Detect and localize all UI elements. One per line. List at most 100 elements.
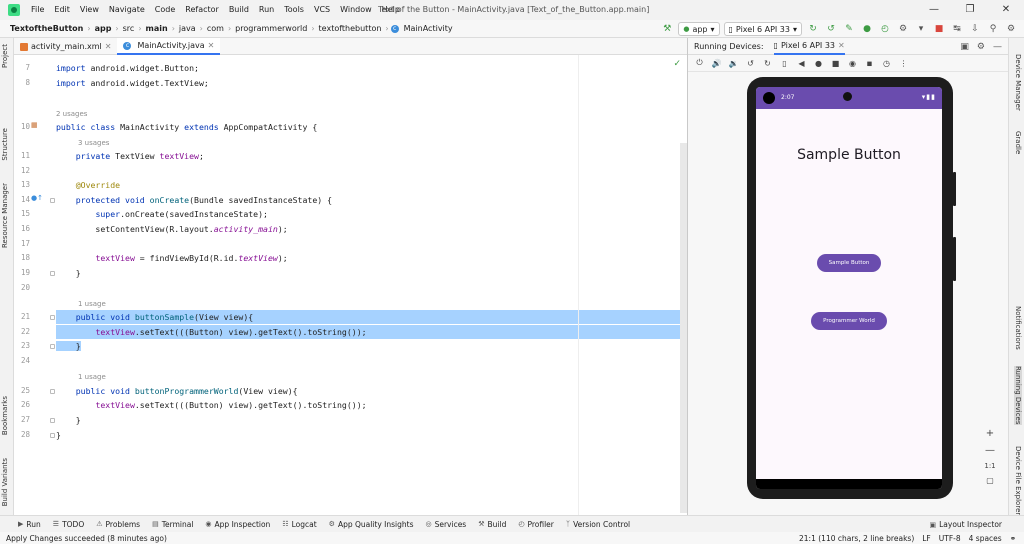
run-config-select[interactable]: ● app ▾ bbox=[678, 22, 720, 36]
override-method-icon[interactable]: ●↑ bbox=[31, 194, 43, 202]
line-separator[interactable]: LF bbox=[922, 534, 931, 543]
tool-app-inspection[interactable]: ◉ App Inspection bbox=[205, 520, 270, 529]
usage-hint[interactable]: 2 usages bbox=[56, 108, 87, 120]
menu-file[interactable]: File bbox=[26, 0, 49, 20]
menu-run[interactable]: Run bbox=[254, 0, 279, 20]
device-screen[interactable]: 2:07 ▾▮▮ Sample Button Sample Button Pro… bbox=[756, 87, 942, 489]
menu-tools[interactable]: Tools bbox=[279, 0, 309, 20]
tool-bookmarks[interactable]: Bookmarks bbox=[1, 396, 9, 435]
tool-structure[interactable]: Structure bbox=[1, 128, 9, 161]
close-icon[interactable]: ✕ bbox=[988, 0, 1024, 20]
zoom-in-icon[interactable]: + bbox=[986, 428, 994, 439]
tab-activity-main-xml[interactable]: activity_main.xml ✕ bbox=[14, 38, 117, 55]
back-icon[interactable]: ◀ bbox=[796, 59, 807, 68]
tool-run[interactable]: ▶ Run bbox=[18, 520, 41, 529]
tool-device-file-explorer[interactable]: Device File Explorer bbox=[1014, 446, 1022, 515]
breadcrumb-textofthebutton[interactable]: textofthebutton bbox=[317, 24, 384, 33]
fold-icon[interactable] bbox=[50, 198, 55, 203]
fit-screen-icon[interactable]: ▢ bbox=[986, 476, 994, 485]
hammer-icon[interactable]: ⚒ bbox=[660, 22, 674, 36]
tool-logcat[interactable]: ☷ Logcat bbox=[282, 520, 316, 529]
breadcrumb-com[interactable]: com bbox=[205, 24, 226, 33]
breadcrumb-mainactivity[interactable]: MainActivity bbox=[402, 24, 455, 33]
tool-terminal[interactable]: ▤ Terminal bbox=[152, 520, 193, 529]
editor-scrollbar[interactable] bbox=[680, 143, 687, 513]
breadcrumb-project[interactable]: TextoftheButton bbox=[8, 24, 85, 33]
menu-view[interactable]: View bbox=[75, 0, 104, 20]
sdk-manager-icon[interactable]: ⇩ bbox=[968, 22, 982, 36]
tool-gradle[interactable]: Gradle bbox=[1014, 131, 1022, 154]
snapshot-icon[interactable]: ◷ bbox=[881, 59, 892, 68]
menu-edit[interactable]: Edit bbox=[49, 0, 75, 20]
tool-notifications[interactable]: Notifications bbox=[1014, 306, 1022, 350]
menu-navigate[interactable]: Navigate bbox=[104, 0, 150, 20]
tool-resource-manager[interactable]: Resource Manager bbox=[1, 183, 9, 248]
tool-device-manager[interactable]: Device Manager bbox=[1014, 54, 1022, 111]
tool-layout-inspector[interactable]: ▣ Layout Inspector bbox=[930, 516, 1003, 533]
gear-icon[interactable]: ⚙ bbox=[977, 42, 985, 52]
attach-debugger-icon[interactable]: ⚙ bbox=[896, 22, 910, 36]
tool-todo[interactable]: ☰ TODO bbox=[53, 520, 84, 529]
no-problems-check-icon[interactable]: ✓ bbox=[673, 59, 681, 69]
tool-services[interactable]: ◎ Services bbox=[425, 520, 466, 529]
tab-main-activity-java[interactable]: c MainActivity.java ✕ bbox=[117, 38, 221, 55]
usage-hint[interactable]: 3 usages bbox=[78, 137, 109, 149]
activity-class-icon[interactable]: ▦ bbox=[31, 121, 38, 129]
screenshot-icon[interactable]: ◉ bbox=[847, 59, 858, 68]
code-area[interactable]: import android.widget.Button; import and… bbox=[56, 55, 687, 515]
breadcrumb-app[interactable]: app bbox=[93, 24, 114, 33]
volume-up-icon[interactable]: 🔊 bbox=[711, 59, 722, 68]
restore-icon[interactable]: ❐ bbox=[952, 0, 988, 20]
breadcrumb-main[interactable]: main bbox=[144, 24, 170, 33]
fold-icon[interactable] bbox=[50, 344, 55, 349]
menu-build[interactable]: Build bbox=[224, 0, 254, 20]
lock-icon[interactable]: ⚭ bbox=[1010, 534, 1016, 543]
fold-icon[interactable] bbox=[50, 271, 55, 276]
usage-hint[interactable]: 1 usage bbox=[78, 298, 106, 310]
tool-build[interactable]: ⚒ Build bbox=[478, 520, 506, 529]
close-tab-icon[interactable]: ✕ bbox=[208, 41, 215, 50]
more-run-options-icon[interactable]: ▾ bbox=[914, 22, 928, 36]
window-layout-icon[interactable]: ▣ bbox=[960, 42, 969, 52]
file-encoding[interactable]: UTF-8 bbox=[939, 534, 961, 543]
sample-button[interactable]: Sample Button bbox=[817, 254, 881, 272]
overview-icon[interactable]: ■ bbox=[830, 59, 841, 68]
menu-vcs[interactable]: VCS bbox=[309, 0, 335, 20]
menu-refactor[interactable]: Refactor bbox=[180, 0, 224, 20]
breadcrumb-programmerworld[interactable]: programmerworld bbox=[233, 24, 309, 33]
power-icon[interactable]: ⏻ bbox=[694, 58, 705, 68]
zoom-actual-size[interactable]: 1:1 bbox=[984, 462, 995, 470]
fold-icon[interactable] bbox=[50, 389, 55, 394]
fold-icon[interactable] bbox=[50, 418, 55, 423]
sync-icon[interactable]: ↹ bbox=[950, 22, 964, 36]
usage-hint[interactable]: 1 usage bbox=[78, 371, 106, 383]
profile-icon[interactable]: ◴ bbox=[878, 22, 892, 36]
tool-project[interactable]: Project bbox=[1, 44, 9, 68]
debug-icon[interactable]: ● bbox=[860, 22, 874, 36]
status-message[interactable]: Apply Changes succeeded (8 minutes ago) bbox=[6, 534, 167, 543]
search-icon[interactable]: ⚲ bbox=[986, 22, 1000, 36]
volume-down-icon[interactable]: 🔉 bbox=[728, 59, 739, 68]
screen-record-icon[interactable]: ◾ bbox=[864, 59, 875, 68]
rotate-left-icon[interactable]: ↺ bbox=[745, 59, 756, 68]
breadcrumb-java[interactable]: java bbox=[177, 24, 198, 33]
tool-profiler[interactable]: ◴ Profiler bbox=[518, 520, 554, 529]
editor-gutter[interactable]: 7 8 10 11 12 13 14 15 16 17 18 19 20 21 … bbox=[14, 55, 56, 515]
device-select[interactable]: ▯ Pixel 6 API 33 ▾ bbox=[723, 22, 802, 36]
close-tab-icon[interactable]: ✕ bbox=[105, 42, 112, 51]
device-tab[interactable]: ▯ Pixel 6 API 33 ✕ bbox=[773, 38, 845, 55]
tool-build-variants[interactable]: Build Variants bbox=[1, 458, 9, 506]
tool-version-control[interactable]: ᛉ Version Control bbox=[566, 520, 630, 529]
apply-code-changes-icon[interactable]: ✎ bbox=[842, 22, 856, 36]
tool-problems[interactable]: ⚠ Problems bbox=[96, 520, 140, 529]
fold-device-icon[interactable]: ▯ bbox=[779, 59, 790, 68]
programmer-world-button[interactable]: Programmer World bbox=[811, 312, 887, 330]
close-tab-icon[interactable]: ✕ bbox=[838, 41, 845, 50]
settings-icon[interactable]: ⚙ bbox=[1004, 22, 1018, 36]
rotate-right-icon[interactable]: ↻ bbox=[762, 59, 773, 68]
menu-code[interactable]: Code bbox=[150, 0, 180, 20]
code-editor[interactable]: 7 8 10 11 12 13 14 15 16 17 18 19 20 21 … bbox=[14, 55, 687, 515]
fold-icon[interactable] bbox=[50, 433, 55, 438]
indent-setting[interactable]: 4 spaces bbox=[969, 534, 1002, 543]
restart-icon[interactable]: ↻ bbox=[806, 22, 820, 36]
